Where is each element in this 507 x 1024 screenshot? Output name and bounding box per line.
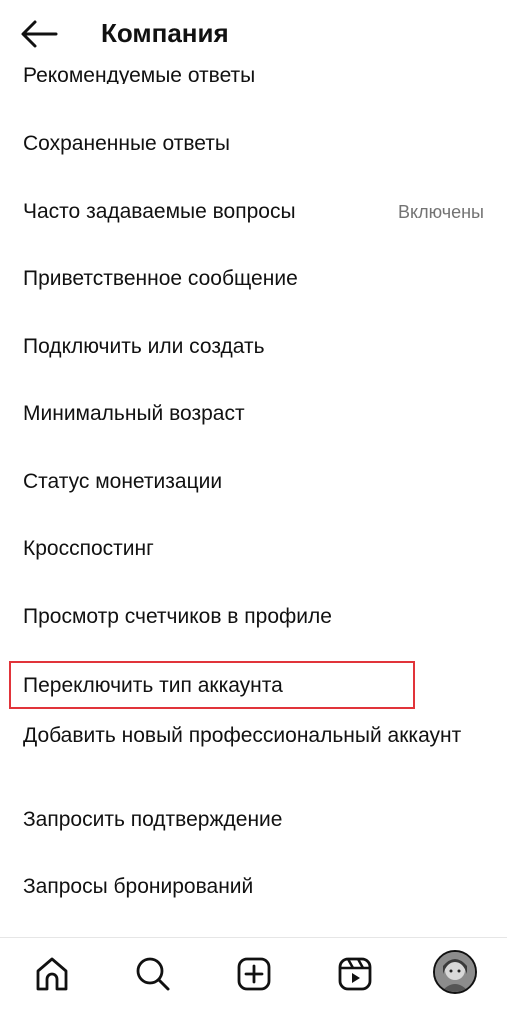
menu-item-crossposting[interactable]: Кросспостинг [23, 533, 154, 565]
create-plus-icon [237, 957, 271, 991]
page-title: Компания [101, 18, 229, 48]
reels-button[interactable] [333, 952, 377, 996]
back-button[interactable] [18, 16, 60, 52]
menu-item-label: Просмотр счетчиков в профиле [23, 605, 332, 628]
reels-icon [338, 957, 372, 991]
profile-avatar[interactable] [433, 950, 477, 994]
menu-item-monetization-status[interactable]: Статус монетизации [23, 466, 222, 498]
menu-item-request-verification[interactable]: Запросить подтверждение [23, 804, 282, 836]
arrow-left-icon [21, 20, 58, 48]
menu-item-minimum-age[interactable]: Минимальный возраст [23, 398, 245, 430]
avatar-image [435, 952, 475, 992]
menu-item-label: Кросспостинг [23, 537, 154, 560]
faq-status-value: Включены [398, 202, 484, 222]
home-icon [36, 957, 68, 991]
menu-item-label: Приветственное сообщение [23, 267, 298, 290]
menu-item-connect-or-create[interactable]: Подключить или создать [23, 331, 265, 363]
top-app-bar: Компания [0, 0, 507, 66]
menu-item-label: Рекомендуемые ответы [23, 64, 256, 84]
menu-item-profile-counters[interactable]: Просмотр счетчиков в профиле [23, 601, 332, 633]
menu-item-booking-requests[interactable]: Запросы бронирований [23, 871, 253, 903]
menu-item-label: Добавить новый профессиональный аккаунт [23, 724, 462, 747]
search-button[interactable] [131, 952, 175, 996]
menu-item-label: Минимальный возраст [23, 402, 245, 425]
menu-item-label: Подключить или создать [23, 335, 265, 358]
menu-item-label: Переключить тип аккаунта [23, 674, 283, 697]
menu-item-label: Статус монетизации [23, 470, 223, 493]
menu-item-label: Сохраненные ответы [23, 132, 230, 155]
menu-item-label: Запросы бронирований [23, 875, 254, 898]
search-icon [136, 957, 170, 991]
menu-item-add-professional-account[interactable]: Добавить новый профессиональный аккаунт [23, 718, 463, 753]
home-button[interactable] [30, 952, 74, 996]
menu-item-faq[interactable]: Часто задаваемые вопросы [23, 196, 296, 228]
create-button[interactable] [232, 952, 276, 996]
menu-item-saved-replies[interactable]: Сохраненные ответы [23, 128, 230, 160]
menu-item-label: Запросить подтверждение [23, 808, 283, 831]
menu-item-label: Часто задаваемые вопросы [23, 200, 296, 223]
bottom-navigation-bar [0, 938, 507, 1024]
menu-item-switch-account-type[interactable]: Переключить тип аккаунта [23, 670, 283, 702]
menu-item-welcome-message[interactable]: Приветственное сообщение [23, 263, 298, 295]
